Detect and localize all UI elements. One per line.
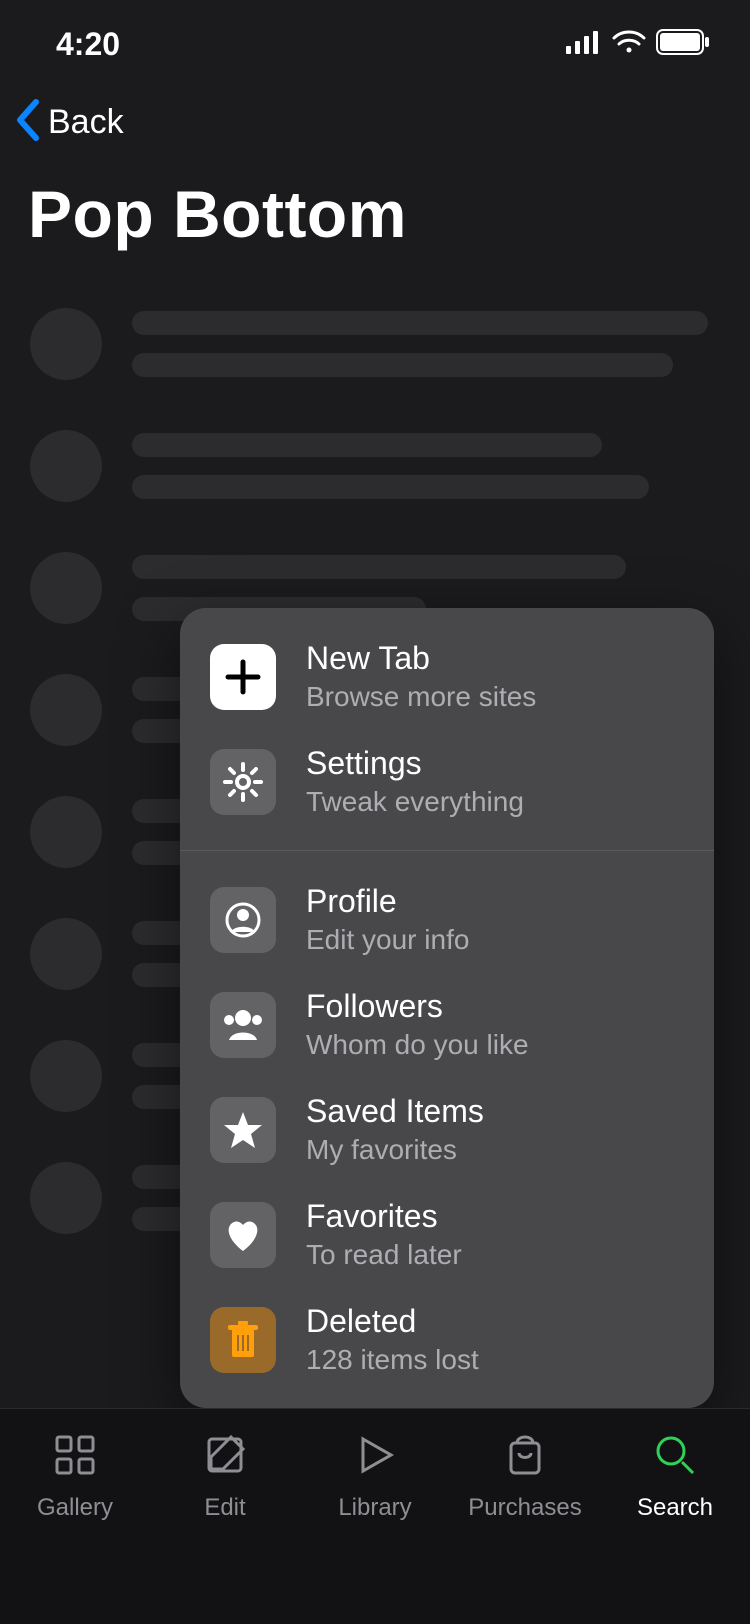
wifi-icon [612,30,646,59]
status-time: 4:20 [56,26,120,63]
tab-bar: Gallery Edit Library Purchases Search [0,1408,750,1624]
menu-item-subtitle: Whom do you like [306,1029,529,1061]
menu-item-title: Deleted [306,1303,479,1340]
trash-icon [210,1307,276,1373]
heart-icon [210,1202,276,1268]
menu-item-deleted[interactable]: Deleted 128 items lost [180,1287,714,1392]
tab-label: Purchases [468,1494,581,1522]
grid-icon [51,1431,99,1484]
edit-icon [201,1431,249,1484]
search-icon [651,1431,699,1484]
page-title: Pop Bottom [28,176,407,252]
menu-item-title: Profile [306,883,469,920]
back-label: Back [48,103,124,142]
tab-edit[interactable]: Edit [150,1431,300,1624]
menu-item-subtitle: Edit your info [306,924,469,956]
menu-item-followers[interactable]: Followers Whom do you like [180,972,714,1077]
tab-library[interactable]: Library [300,1431,450,1624]
menu-item-subtitle: To read later [306,1239,462,1271]
tab-label: Gallery [37,1494,113,1522]
menu-item-title: Saved Items [306,1093,484,1130]
menu-item-new-tab[interactable]: New Tab Browse more sites [180,624,714,729]
menu-item-subtitle: Tweak everything [306,786,524,818]
gear-icon [210,749,276,815]
menu-item-title: New Tab [306,640,536,677]
cellular-icon [566,30,602,59]
menu-item-subtitle: Browse more sites [306,681,536,713]
menu-item-title: Followers [306,988,529,1025]
play-icon [351,1431,399,1484]
tab-gallery[interactable]: Gallery [0,1431,150,1624]
chevron-left-icon [14,98,42,147]
tab-label: Edit [204,1494,245,1522]
tab-purchases[interactable]: Purchases [450,1431,600,1624]
tab-search[interactable]: Search [600,1431,750,1624]
menu-item-favorites[interactable]: Favorites To read later [180,1182,714,1287]
popup-section-2: Profile Edit your info Followers Whom do… [180,851,714,1408]
tab-label: Search [637,1494,713,1522]
menu-item-title: Settings [306,745,524,782]
star-icon [210,1097,276,1163]
menu-item-title: Favorites [306,1198,462,1235]
battery-icon [656,29,710,60]
menu-item-profile[interactable]: Profile Edit your info [180,867,714,972]
menu-item-saved-items[interactable]: Saved Items My favorites [180,1077,714,1182]
popup-menu: New Tab Browse more sites Settings Tweak… [180,608,714,1408]
status-bar: 4:20 [0,0,750,88]
menu-item-settings[interactable]: Settings Tweak everything [180,729,714,834]
menu-item-subtitle: 128 items lost [306,1344,479,1376]
tab-label: Library [338,1494,411,1522]
back-button[interactable]: Back [14,98,124,147]
group-icon [210,992,276,1058]
profile-icon [210,887,276,953]
list-item [30,430,720,502]
popup-section-1: New Tab Browse more sites Settings Tweak… [180,608,714,850]
list-item [30,308,720,380]
status-icons [566,29,710,60]
menu-item-subtitle: My favorites [306,1134,484,1166]
plus-icon [210,644,276,710]
bag-icon [501,1431,549,1484]
